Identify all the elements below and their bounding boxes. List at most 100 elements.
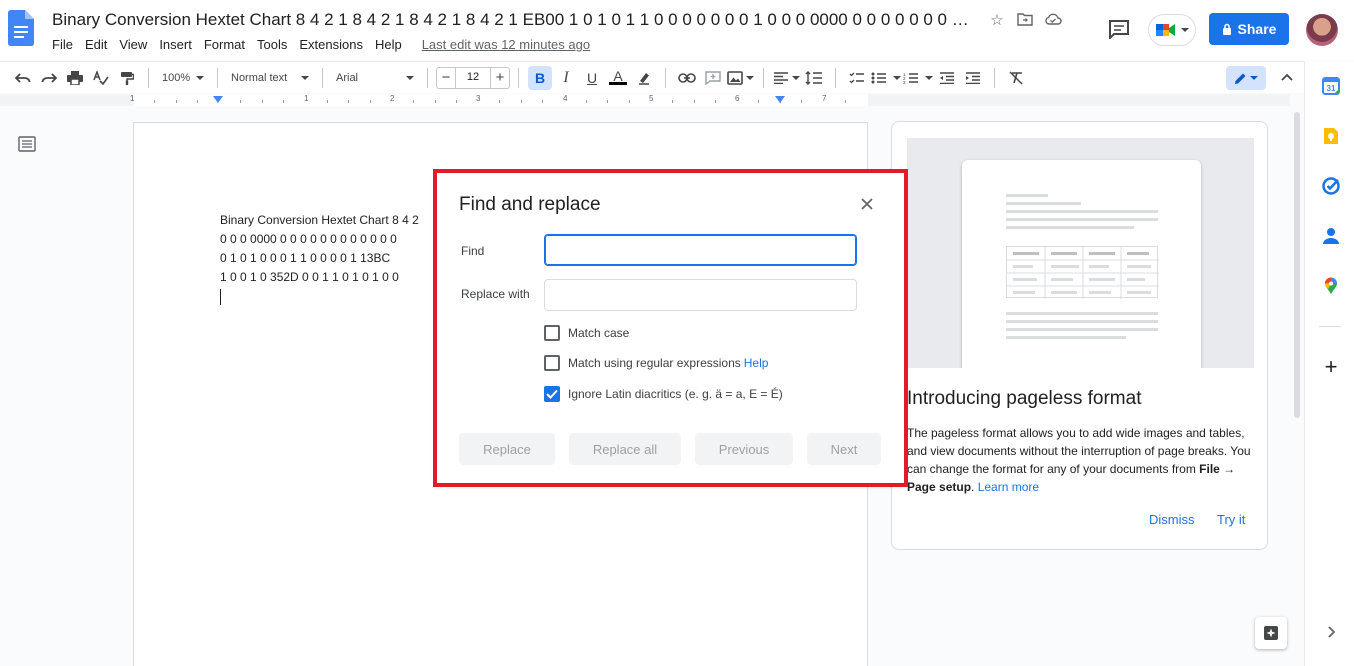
- undo-icon[interactable]: [11, 66, 35, 90]
- ruler-number: 6: [735, 94, 740, 103]
- contacts-icon[interactable]: [1322, 227, 1340, 245]
- font-size-input[interactable]: 12: [455, 66, 491, 89]
- chevron-down-icon: [893, 75, 901, 80]
- menu-format[interactable]: Format: [198, 37, 251, 53]
- left-indent-marker[interactable]: [213, 96, 223, 103]
- font-size-stepper: − 12 +: [436, 66, 510, 89]
- avatar[interactable]: [1306, 14, 1338, 46]
- body-line: 0 1 0 1 0 0 0 1 1 0 0 0 0 1 13BC: [220, 251, 391, 265]
- dismiss-button[interactable]: Dismiss: [1149, 512, 1195, 527]
- right-indent-marker[interactable]: [775, 96, 785, 103]
- tasks-icon[interactable]: [1322, 177, 1340, 195]
- decrease-indent-icon[interactable]: [935, 66, 959, 90]
- mock-line: [1006, 194, 1048, 197]
- ruler-tick: [758, 100, 759, 103]
- keep-icon[interactable]: [1322, 127, 1340, 145]
- try-it-button[interactable]: Try it: [1217, 512, 1245, 527]
- last-edit-link[interactable]: Last edit was 12 minutes ago: [416, 37, 596, 53]
- vertical-scrollbar[interactable]: [1291, 108, 1303, 666]
- star-icon[interactable]: ☆: [988, 12, 1006, 30]
- add-comment-icon[interactable]: [701, 66, 725, 90]
- share-button[interactable]: Share: [1209, 13, 1289, 45]
- editing-mode-button[interactable]: [1226, 66, 1266, 90]
- increase-indent-icon[interactable]: [961, 66, 985, 90]
- maps-icon[interactable]: [1322, 277, 1340, 295]
- chevron-down-icon: [792, 75, 800, 80]
- hide-menus-chevron-up-icon[interactable]: [1278, 68, 1296, 86]
- font-family-select[interactable]: Arial: [332, 66, 418, 90]
- paragraph-style-select[interactable]: Normal text: [227, 66, 313, 90]
- get-add-ons-plus-icon[interactable]: +: [1321, 356, 1341, 378]
- toolbar-divider: [665, 67, 666, 88]
- ruler-tick: [715, 100, 716, 103]
- underline-button[interactable]: U: [580, 66, 604, 90]
- pageless-promo-card: Introducing pageless format The pageless…: [891, 121, 1268, 550]
- menu-file[interactable]: File: [52, 37, 79, 53]
- body-line: Binary Conversion Hextet Chart 8 4 2: [220, 213, 419, 227]
- move-folder-icon[interactable]: [1016, 12, 1034, 30]
- calendar-icon[interactable]: 31: [1322, 77, 1340, 95]
- ruler-tick: [283, 100, 284, 103]
- menu-edit[interactable]: Edit: [79, 37, 113, 53]
- toolbar-divider: [148, 67, 149, 88]
- font-family-value: Arial: [336, 71, 359, 84]
- comment-history-icon[interactable]: [1108, 19, 1130, 39]
- menu-view[interactable]: View: [113, 37, 153, 53]
- ruler-tick: [586, 100, 587, 103]
- document-title[interactable]: Binary Conversion Hextet Chart 8 4 2 1 8…: [52, 10, 977, 30]
- mock-line: [1006, 210, 1158, 213]
- docs-logo-icon[interactable]: [8, 10, 34, 46]
- menu-bar: File Edit View Insert Format Tools Exten…: [52, 37, 596, 53]
- numbered-list-icon[interactable]: 123: [903, 66, 933, 90]
- print-icon[interactable]: [63, 66, 87, 90]
- ruler-tick: [435, 100, 436, 103]
- menu-insert[interactable]: Insert: [153, 37, 198, 53]
- horizontal-ruler[interactable]: 1 1 2 3 4 5 6 7: [0, 94, 1290, 106]
- highlight-color-icon[interactable]: [632, 66, 656, 90]
- redo-icon[interactable]: [37, 66, 61, 90]
- mock-line: [1006, 202, 1081, 205]
- toolbar-divider: [763, 67, 764, 88]
- learn-more-link[interactable]: Learn more: [978, 480, 1039, 494]
- chevron-down-icon: [1250, 76, 1258, 80]
- align-left-icon[interactable]: [773, 66, 800, 90]
- checklist-icon[interactable]: [845, 66, 869, 90]
- menu-tools[interactable]: Tools: [251, 37, 293, 53]
- text-color-button[interactable]: A: [606, 66, 630, 90]
- line-spacing-icon[interactable]: [802, 66, 826, 90]
- mock-table: [1006, 246, 1159, 299]
- insert-image-icon[interactable]: [727, 66, 754, 90]
- toolbar-divider: [322, 67, 323, 88]
- decrease-font-size-button[interactable]: −: [437, 69, 455, 86]
- ruler-number: 2: [390, 94, 395, 103]
- chevron-down-icon: [925, 75, 933, 80]
- promo-text-part: .: [971, 480, 978, 494]
- clear-formatting-icon[interactable]: [1004, 66, 1028, 90]
- bold-button[interactable]: B: [528, 65, 552, 90]
- increase-font-size-button[interactable]: +: [491, 69, 509, 86]
- chevron-down-icon: [196, 75, 205, 80]
- mock-line: [1006, 320, 1158, 323]
- paint-format-icon[interactable]: [115, 66, 139, 90]
- document-outline-icon[interactable]: [18, 136, 36, 152]
- ruler-tick: [521, 100, 522, 103]
- bulleted-list-icon[interactable]: [871, 66, 901, 90]
- zoom-select[interactable]: 100%: [158, 66, 208, 90]
- show-side-panel-chevron-icon[interactable]: [1323, 625, 1339, 641]
- italic-button[interactable]: I: [554, 66, 578, 90]
- ruler-tick: [327, 100, 328, 103]
- promo-description: The pageless format allows you to add wi…: [907, 424, 1257, 496]
- ruler-tick: [197, 100, 198, 103]
- cloud-saved-icon[interactable]: [1044, 12, 1062, 30]
- body-line: 0 0 0 0000 0 0 0 0 0 0 0 0 0 0 0 0: [220, 232, 397, 246]
- scrollbar-thumb[interactable]: [1294, 112, 1300, 418]
- spellcheck-icon[interactable]: [89, 66, 113, 90]
- explore-button[interactable]: [1255, 617, 1287, 649]
- menu-help[interactable]: Help: [369, 37, 408, 53]
- ruler-tick: [542, 100, 543, 103]
- menu-extensions[interactable]: Extensions: [293, 37, 369, 53]
- ruler-number: 7: [822, 94, 827, 103]
- insert-link-icon[interactable]: [675, 66, 699, 90]
- meet-button[interactable]: [1148, 14, 1196, 46]
- document-body[interactable]: Binary Conversion Hextet Chart 8 4 2 0 0…: [220, 211, 419, 305]
